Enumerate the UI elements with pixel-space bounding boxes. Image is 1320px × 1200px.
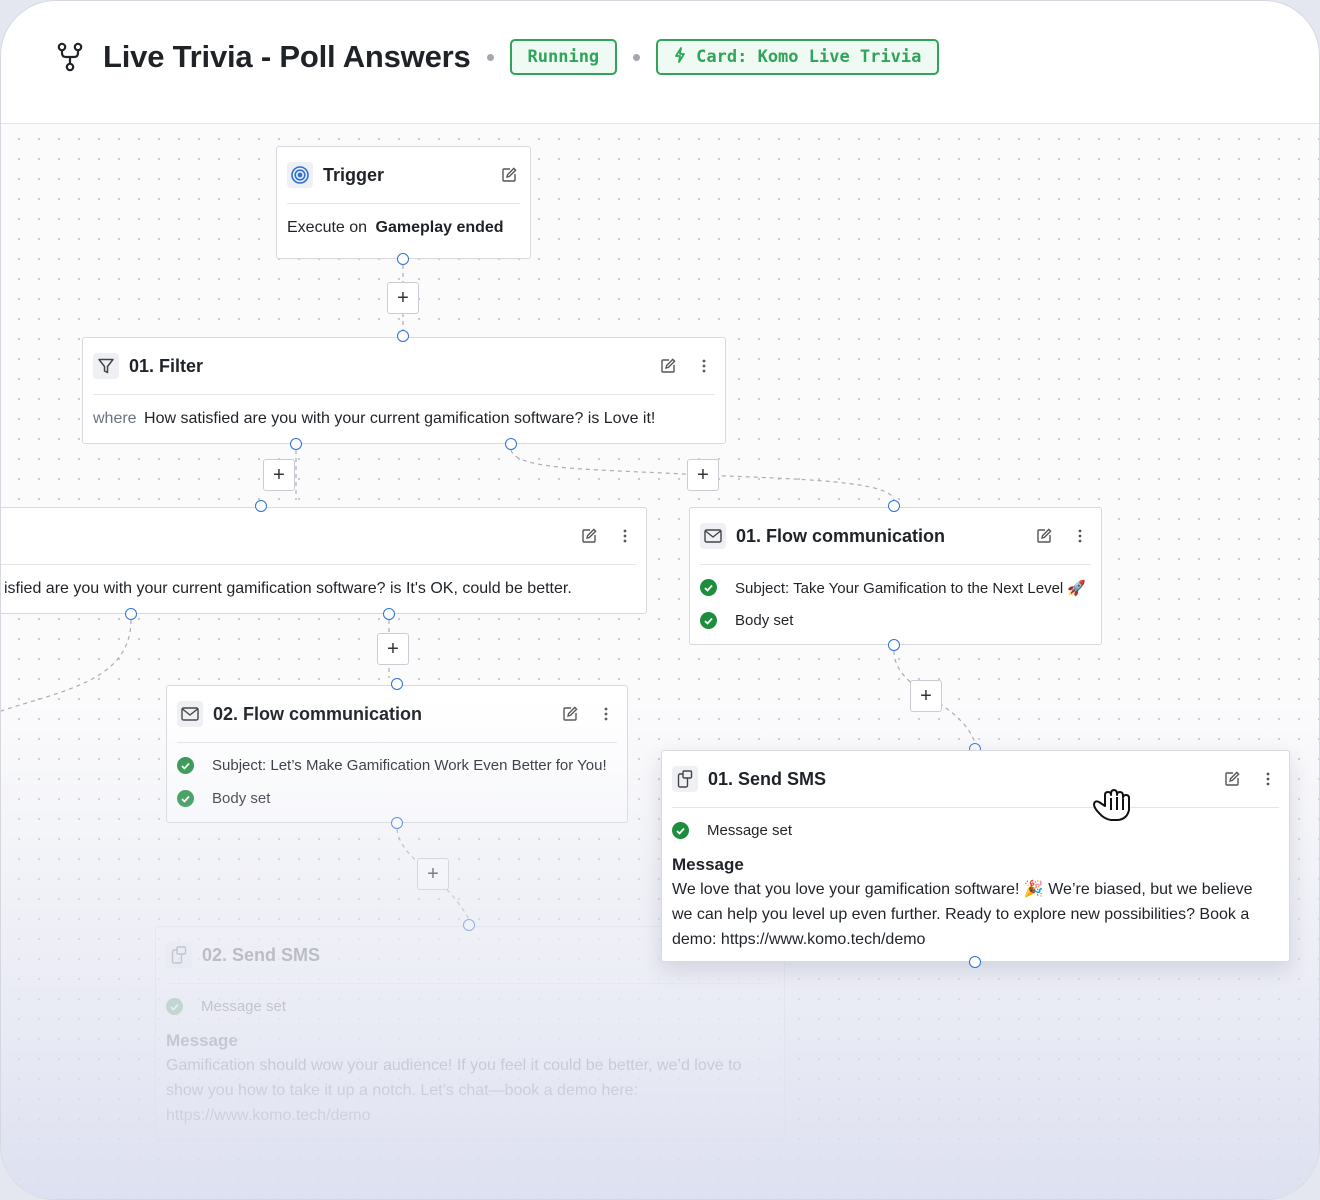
edit-icon[interactable] <box>657 355 679 377</box>
envelope-icon <box>700 523 726 549</box>
separator-dot <box>486 53 494 61</box>
node-title: 02. Flow communication <box>213 703 423 724</box>
output-port[interactable] <box>290 438 302 450</box>
edit-icon[interactable] <box>559 703 581 725</box>
body-row: Body set <box>177 782 617 815</box>
output-port[interactable] <box>125 608 137 620</box>
output-port[interactable] <box>397 253 409 265</box>
more-options-icon[interactable] <box>614 525 636 547</box>
body-row: Body set <box>700 604 1091 637</box>
filter-node-01[interactable]: 01. Filter where How satisfied are you w… <box>82 337 726 444</box>
message-device-icon <box>166 942 192 968</box>
add-step-button[interactable]: + <box>263 459 295 491</box>
check-icon <box>672 822 689 839</box>
status-badge: Running <box>509 39 618 75</box>
output-port[interactable] <box>383 608 395 620</box>
trigger-node[interactable]: Trigger Execute on Gameplay ended <box>276 146 531 259</box>
message-text: We love that you love your gamification … <box>672 881 1253 948</box>
status-row: Message set <box>166 990 774 1023</box>
flow-communication-node-02[interactable]: 02. Flow communication Subject: Let’s Ma… <box>166 685 628 823</box>
check-icon <box>166 998 183 1015</box>
edit-icon[interactable] <box>1221 768 1243 790</box>
edit-icon[interactable] <box>578 525 600 547</box>
add-step-button[interactable]: + <box>417 858 449 890</box>
more-options-icon[interactable] <box>1069 525 1091 547</box>
filter-condition: isfied are you with your current gamific… <box>4 580 572 597</box>
message-label: Message <box>166 1031 238 1050</box>
input-port[interactable] <box>255 500 267 512</box>
edit-icon[interactable] <box>1033 525 1055 547</box>
more-options-icon[interactable] <box>1257 768 1279 790</box>
message-text: Gamification should wow your audience! I… <box>166 1057 742 1124</box>
check-icon <box>700 612 717 629</box>
app-frame: Live Trivia - Poll Answers Running Card:… <box>0 0 1320 1200</box>
input-port[interactable] <box>888 500 900 512</box>
target-icon <box>287 162 313 188</box>
trigger-prefix: Execute on <box>287 219 368 236</box>
more-options-icon[interactable] <box>693 355 715 377</box>
more-options-icon[interactable] <box>595 703 617 725</box>
filter-where-label: where <box>93 410 137 427</box>
output-port[interactable] <box>505 438 517 450</box>
subject-row: Subject: Let’s Make Gamification Work Ev… <box>177 749 617 782</box>
grab-hand-icon <box>1091 784 1133 829</box>
workflow-header: Live Trivia - Poll Answers Running Card:… <box>1 1 1319 124</box>
status-row: Message set <box>672 814 1279 847</box>
separator-dot <box>633 53 641 61</box>
add-step-button[interactable]: + <box>387 282 419 314</box>
trigger-event: Gameplay ended <box>375 219 504 236</box>
message-label: Message <box>672 855 744 874</box>
check-icon <box>177 790 194 807</box>
output-port[interactable] <box>969 956 981 968</box>
bolt-icon <box>674 47 686 67</box>
flow-communication-node-01[interactable]: 01. Flow communication Subject: Take You… <box>689 507 1102 645</box>
add-step-button[interactable]: + <box>910 680 942 712</box>
node-title: 01. Filter <box>129 355 204 376</box>
page-title: Live Trivia - Poll Answers <box>103 39 471 74</box>
input-port[interactable] <box>463 919 475 931</box>
add-step-button[interactable]: + <box>377 633 409 665</box>
check-icon <box>177 757 194 774</box>
input-port[interactable] <box>391 678 403 690</box>
filter-node-02[interactable]: isfied are you with your current gamific… <box>1 507 647 614</box>
envelope-icon <box>177 701 203 727</box>
card-badge[interactable]: Card: Komo Live Trivia <box>656 39 940 75</box>
input-port[interactable] <box>397 330 409 342</box>
subject-row: Subject: Take Your Gamification to the N… <box>700 571 1091 604</box>
check-icon <box>700 579 717 596</box>
branch-icon <box>55 42 85 72</box>
output-port[interactable] <box>888 639 900 651</box>
node-title: Trigger <box>323 164 385 185</box>
edit-icon[interactable] <box>498 164 520 186</box>
output-port[interactable] <box>391 817 403 829</box>
node-title: 01. Flow communication <box>736 525 946 546</box>
filter-condition: How satisfied are you with your current … <box>144 410 656 427</box>
add-step-button[interactable]: + <box>687 459 719 491</box>
send-sms-node-01[interactable]: 01. Send SMS Message set Message We love… <box>661 750 1290 962</box>
funnel-icon <box>93 353 119 379</box>
message-device-icon <box>672 766 698 792</box>
